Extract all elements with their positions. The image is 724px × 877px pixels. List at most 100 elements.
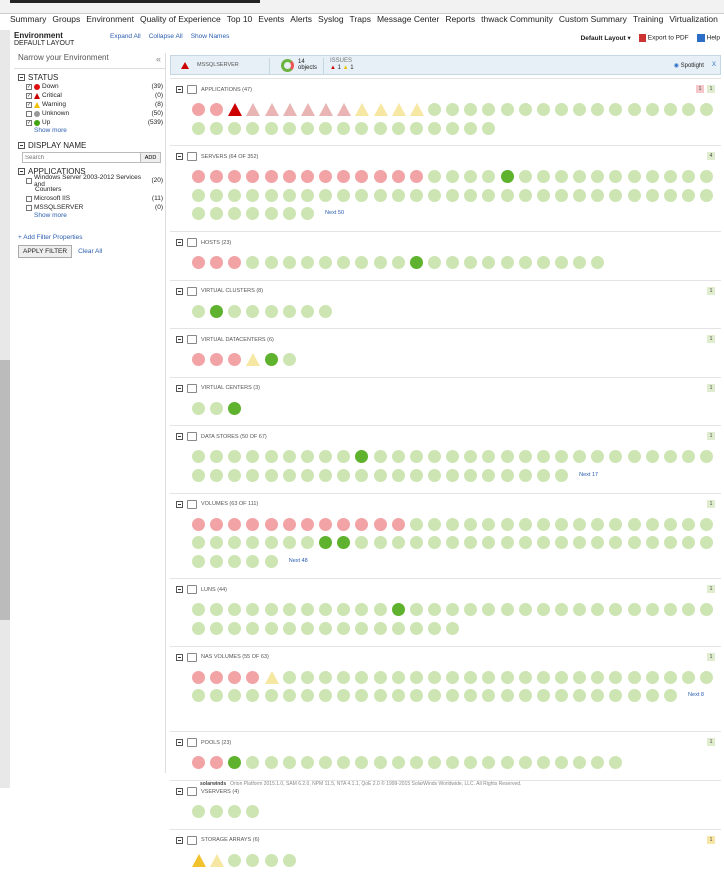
object-status-icon[interactable] — [482, 756, 496, 770]
object-status-icon[interactable] — [355, 256, 369, 269]
next-page-link[interactable]: Next 48 — [289, 558, 308, 564]
object-status-icon[interactable] — [536, 603, 550, 617]
object-status-icon[interactable] — [228, 554, 242, 568]
show-more-link[interactable]: Show more — [14, 127, 165, 137]
object-status-icon[interactable] — [282, 103, 297, 116]
collapse-icon[interactable] — [176, 239, 183, 246]
object-status-icon[interactable] — [427, 450, 441, 464]
object-status-icon[interactable] — [228, 188, 242, 202]
object-status-icon[interactable] — [427, 536, 441, 550]
group-header[interactable]: VIRTUAL CENTERS (3) — [176, 383, 260, 393]
object-status-icon[interactable] — [555, 603, 568, 617]
object-status-icon[interactable] — [300, 256, 314, 269]
object-status-icon[interactable] — [446, 468, 460, 482]
object-status-icon[interactable] — [464, 256, 478, 269]
object-status-icon[interactable] — [282, 689, 296, 703]
group-header[interactable]: VSERVERS (4) — [176, 787, 239, 796]
object-status-icon[interactable] — [464, 170, 478, 184]
object-status-icon[interactable] — [373, 756, 387, 770]
collapse-chevron-icon[interactable]: « — [156, 54, 161, 64]
object-status-icon[interactable] — [645, 670, 659, 684]
object-status-icon[interactable] — [482, 188, 496, 202]
object-status-icon[interactable] — [391, 121, 405, 135]
object-status-icon[interactable] — [264, 188, 278, 202]
object-status-icon[interactable] — [409, 170, 423, 184]
object-status-icon[interactable] — [391, 670, 405, 684]
object-status-icon[interactable] — [391, 603, 405, 617]
object-status-icon[interactable] — [409, 756, 423, 770]
object-status-icon[interactable] — [536, 536, 550, 550]
object-status-icon[interactable] — [337, 670, 351, 684]
object-status-icon[interactable] — [192, 353, 205, 367]
object-status-icon[interactable] — [645, 450, 659, 464]
object-status-icon[interactable] — [391, 756, 405, 770]
object-status-icon[interactable] — [246, 517, 260, 531]
object-status-icon[interactable] — [555, 450, 568, 464]
object-status-icon[interactable] — [210, 353, 224, 367]
object-status-icon[interactable] — [500, 670, 514, 684]
object-status-icon[interactable] — [464, 468, 478, 482]
object-status-icon[interactable] — [373, 121, 387, 135]
object-status-icon[interactable] — [319, 670, 333, 684]
object-status-icon[interactable] — [645, 170, 659, 184]
object-status-icon[interactable] — [663, 670, 677, 684]
object-status-icon[interactable] — [555, 170, 568, 184]
object-status-icon[interactable] — [282, 207, 296, 221]
object-status-icon[interactable] — [246, 353, 261, 367]
application-filter[interactable]: Windows Server 2003-2012 Services and (20… — [14, 174, 165, 188]
object-status-icon[interactable] — [663, 450, 677, 464]
object-status-icon[interactable] — [663, 188, 677, 202]
object-status-icon[interactable] — [337, 256, 351, 269]
object-status-icon[interactable] — [210, 450, 224, 464]
object-status-icon[interactable] — [427, 468, 441, 482]
object-status-icon[interactable] — [427, 517, 441, 531]
object-status-icon[interactable] — [427, 603, 441, 617]
object-status-icon[interactable] — [300, 670, 314, 684]
object-status-icon[interactable] — [192, 621, 205, 635]
layout-dropdown[interactable]: Default Layout ▾ — [581, 34, 631, 42]
search-add-button[interactable]: ADD — [141, 152, 161, 163]
object-status-icon[interactable] — [663, 103, 677, 116]
object-status-icon[interactable] — [192, 121, 205, 135]
object-status-icon[interactable] — [482, 603, 496, 617]
object-status-icon[interactable] — [409, 670, 423, 684]
object-status-icon[interactable] — [409, 256, 423, 269]
object-status-icon[interactable] — [264, 207, 278, 221]
object-status-icon[interactable] — [355, 468, 369, 482]
collapse-icon[interactable] — [176, 653, 183, 661]
object-status-icon[interactable] — [609, 603, 623, 617]
group-header[interactable]: STORAGE ARRAYS (6) — [176, 835, 259, 845]
nav-item[interactable]: Virtualization — [669, 14, 718, 30]
object-status-icon[interactable] — [464, 517, 478, 531]
object-status-icon[interactable] — [446, 121, 460, 135]
object-status-icon[interactable] — [300, 170, 314, 184]
collapse-icon[interactable] — [176, 153, 183, 161]
object-status-icon[interactable] — [228, 603, 242, 617]
object-status-icon[interactable] — [591, 536, 605, 550]
object-status-icon[interactable] — [645, 689, 659, 703]
object-status-icon[interactable] — [573, 536, 587, 550]
object-status-icon[interactable] — [300, 450, 314, 464]
object-status-icon[interactable] — [319, 103, 334, 116]
object-status-icon[interactable] — [355, 517, 369, 531]
object-status-icon[interactable] — [192, 304, 205, 318]
status-filter-unknown[interactable]: Unknown (50) — [14, 109, 165, 118]
object-status-icon[interactable] — [427, 188, 441, 202]
object-status-icon[interactable] — [627, 188, 641, 202]
object-status-icon[interactable] — [682, 188, 696, 202]
object-status-icon[interactable] — [228, 670, 242, 684]
checkbox[interactable] — [26, 195, 32, 202]
object-status-icon[interactable] — [446, 621, 460, 635]
object-status-icon[interactable] — [627, 670, 641, 684]
object-status-icon[interactable] — [446, 256, 460, 269]
object-status-icon[interactable] — [246, 103, 261, 116]
object-status-icon[interactable] — [627, 170, 641, 184]
object-status-icon[interactable] — [609, 170, 623, 184]
object-status-icon[interactable] — [228, 853, 242, 867]
object-status-icon[interactable] — [246, 621, 260, 635]
object-status-icon[interactable] — [300, 756, 314, 770]
object-status-icon[interactable] — [446, 450, 460, 464]
object-status-icon[interactable] — [446, 103, 460, 116]
nav-item[interactable]: Events — [258, 14, 284, 30]
object-status-icon[interactable] — [300, 517, 314, 531]
